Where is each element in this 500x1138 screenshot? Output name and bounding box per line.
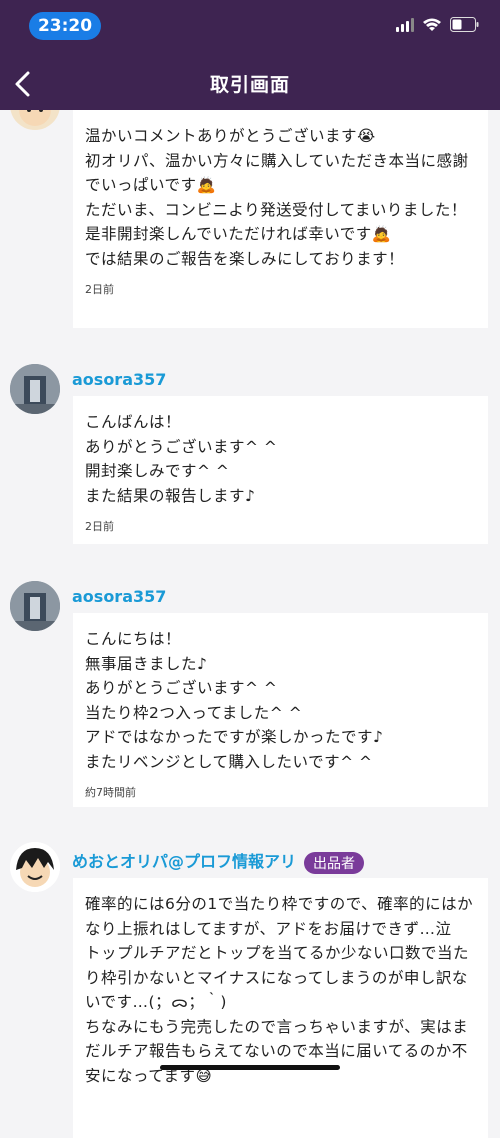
message-bubble: こんにちは！ 無事届きました♪ ありがとうございます^ ^ 当たり枠2つ入ってま… [73,613,488,807]
message-bubble: こんばんは！ ありがとうございます^ ^ 開封楽しみです^ ^ また結果の報告し… [73,396,488,544]
message-bubble: 確率的には6分の1で当たり枠ですので、確率的にはかなり上振れはしてますが、アドを… [73,878,488,1138]
message-bubble: 温かいコメントありがとうございます😭 初オリパ、温かい方々に購入していただき本当… [73,110,488,328]
wifi-icon [422,17,442,32]
seller-username[interactable]: めおとオリパ@プロフ情報アリ 出品者 [72,848,365,874]
username-text[interactable]: めおとオリパ@プロフ情報アリ [72,852,296,871]
message-text: 温かいコメントありがとうございます😭 初オリパ、温かい方々に購入していただき本当… [85,127,469,268]
seller-avatar[interactable] [10,842,60,892]
page-title: 取引画面 [209,74,290,96]
status-time: 23:20 [29,12,101,40]
battery-icon [450,17,480,32]
avatar[interactable] [10,581,60,631]
username[interactable]: aosora357 [72,370,166,389]
username[interactable]: aosora357 [72,587,166,606]
message-text: こんばんは！ ありがとうございます^ ^ 開封楽しみです^ ^ また結果の報告し… [85,413,278,505]
message-timestamp: 約7時間前 [85,786,136,799]
cellular-signal-icon [396,17,414,32]
home-indicator[interactable] [160,1065,340,1070]
seller-badge: 出品者 [304,851,365,874]
app-header: 23:20 取引画面 [0,0,500,110]
avatar[interactable] [10,364,60,414]
status-indicators [396,17,480,32]
message-text: 確率的には6分の1で当たり枠ですので、確率的にはかなり上振れはしてますが、アドを… [85,895,474,1085]
message-timestamp: 2日前 [85,520,114,533]
message-timestamp: 2日前 [85,283,114,296]
message-text: こんにちは！ 無事届きました♪ ありがとうございます^ ^ 当たり枠2つ入ってま… [85,630,384,771]
